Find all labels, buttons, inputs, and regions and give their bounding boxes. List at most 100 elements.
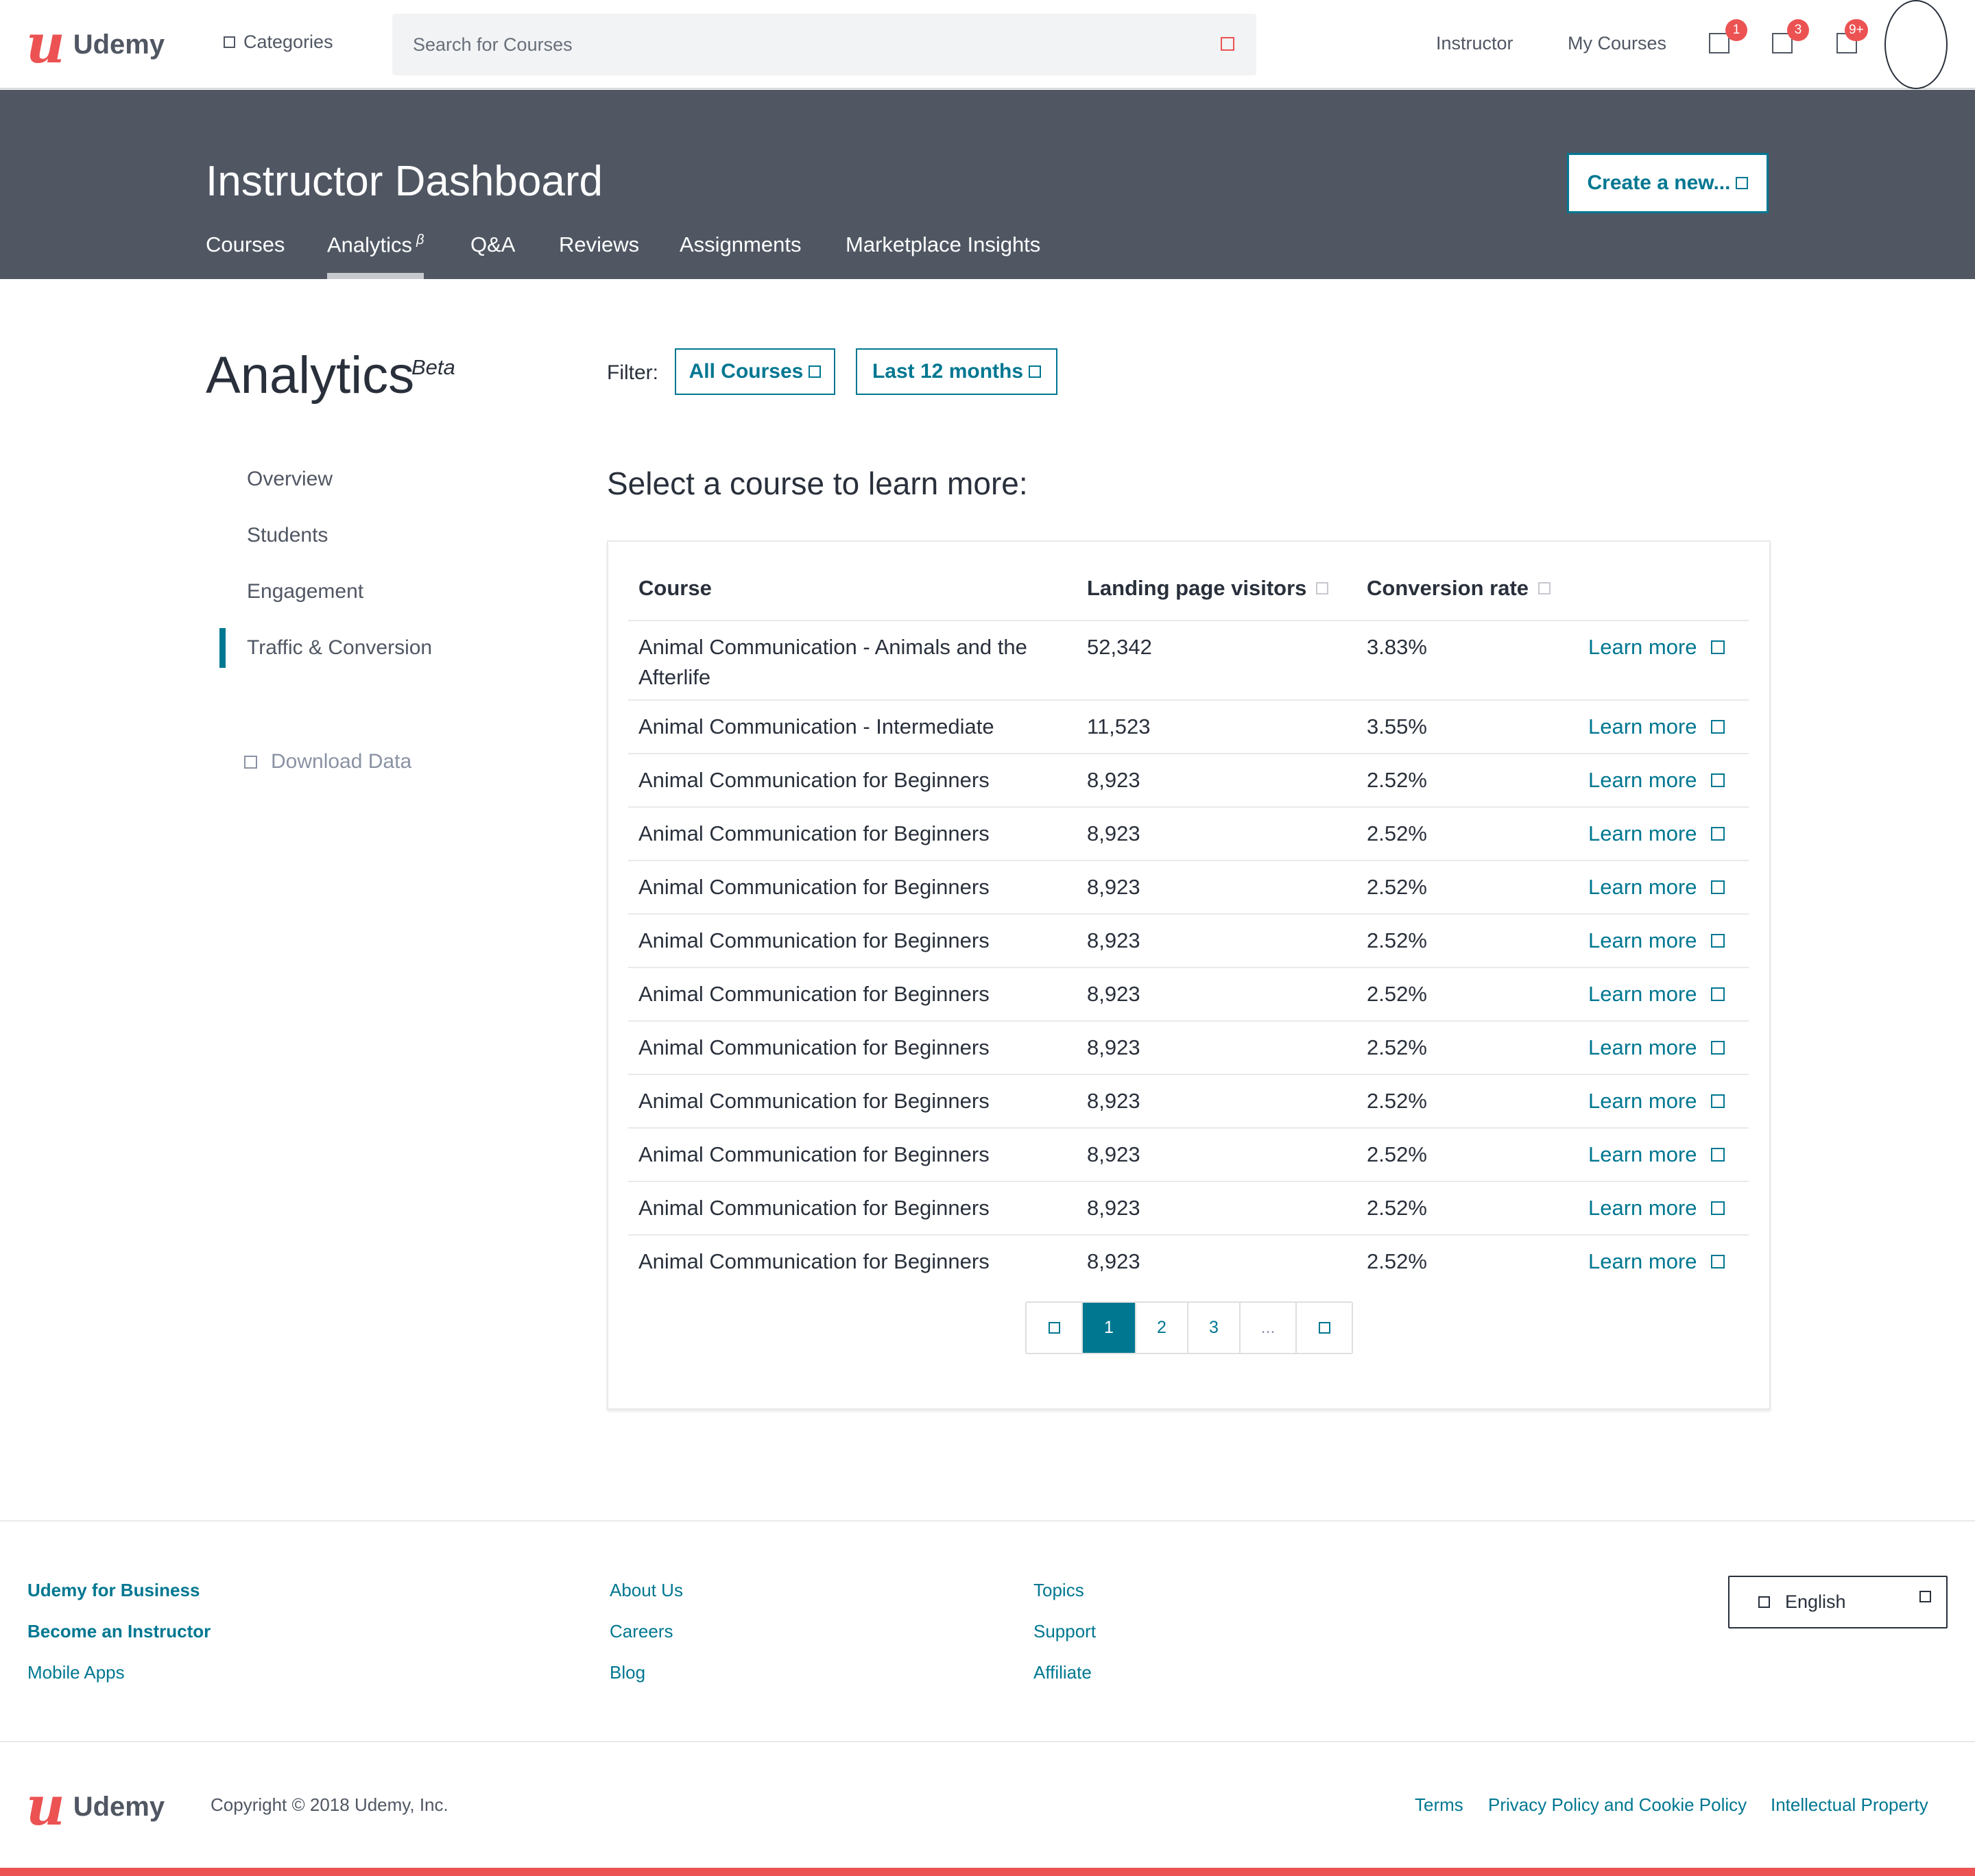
footer-link-about-us[interactable]: About Us — [610, 1580, 683, 1601]
sidebar-item-overview[interactable]: Overview — [247, 468, 333, 491]
footer-link-udemy-business[interactable]: Udemy for Business — [27, 1580, 200, 1601]
footer-link-support[interactable]: Support — [1033, 1621, 1096, 1642]
conversion-rate-cell: 2.52% — [1367, 1196, 1427, 1220]
sidebar-active-indicator — [219, 628, 226, 668]
table-row[interactable]: Animal Communication - Animals and the A… — [628, 620, 1749, 699]
course-title-cell: Animal Communication for Beginners — [638, 1089, 990, 1113]
learn-more-link[interactable]: Learn more — [1588, 819, 1725, 849]
table-row[interactable]: Animal Communication for Beginners 8,923 2… — [628, 1181, 1749, 1234]
notifications-badge: 9+ — [1845, 19, 1868, 41]
user-avatar[interactable] — [1884, 0, 1948, 89]
tab-analytics[interactable]: Analytics β — [327, 232, 424, 279]
tab-qa[interactable]: Q&A — [470, 232, 515, 279]
search-icon[interactable] — [1221, 37, 1234, 51]
footer-link-affiliate[interactable]: Affiliate — [1033, 1662, 1092, 1683]
my-courses-link[interactable]: My Courses — [1568, 33, 1666, 54]
learn-more-link[interactable]: Learn more — [1588, 1140, 1725, 1170]
footer-link-mobile-apps[interactable]: Mobile Apps — [27, 1662, 125, 1683]
conversion-rate-cell: 3.83% — [1367, 635, 1427, 659]
categories-menu[interactable]: Categories — [224, 32, 333, 53]
chevron-down-icon — [1029, 365, 1042, 378]
table-row[interactable]: Animal Communication for Beginners 8,923 2… — [628, 806, 1749, 860]
udemy-logo-text: Udemy — [73, 29, 165, 60]
footer-link-become-instructor[interactable]: Become an Instructor — [27, 1621, 211, 1642]
search-bar — [392, 14, 1256, 75]
create-new-button[interactable]: Create a new... — [1567, 153, 1769, 213]
language-selector[interactable]: English — [1728, 1576, 1948, 1628]
course-filter-dropdown[interactable]: All Courses — [675, 348, 835, 395]
table-row[interactable]: Animal Communication for Beginners 8,923 2… — [628, 860, 1749, 913]
chevron-right-icon — [1710, 880, 1725, 894]
conversion-rate-cell: 2.52% — [1367, 875, 1427, 899]
conversion-rate-cell: 3.55% — [1367, 714, 1427, 738]
tab-assignments[interactable]: Assignments — [680, 232, 801, 279]
prev-page-button[interactable] — [1027, 1303, 1081, 1353]
chevron-right-icon — [1710, 1201, 1725, 1215]
learn-more-link[interactable]: Learn more — [1588, 712, 1725, 742]
learn-more-link[interactable]: Learn more — [1588, 1033, 1725, 1063]
table-row[interactable]: Animal Communication for Beginners 8,923 2… — [628, 913, 1749, 967]
sidebar-item-traffic-conversion[interactable]: Traffic & Conversion — [247, 636, 432, 660]
learn-more-link[interactable]: Learn more — [1588, 1193, 1725, 1223]
learn-more-label: Learn more — [1588, 1249, 1697, 1273]
column-header-visitors[interactable]: Landing page visitors — [1087, 576, 1329, 601]
page-button-3[interactable]: 3 — [1187, 1303, 1239, 1353]
udemy-logo-mark: u — [26, 13, 65, 75]
learn-more-link[interactable]: Learn more — [1588, 1247, 1725, 1277]
chevron-down-icon — [809, 365, 822, 378]
sidebar-item-students[interactable]: Students — [247, 524, 328, 547]
footer-link-terms[interactable]: Terms — [1415, 1794, 1463, 1816]
table-row[interactable]: Animal Communication for Beginners 8,923 2… — [628, 753, 1749, 806]
next-page-button[interactable] — [1295, 1303, 1352, 1353]
course-title-cell: Animal Communication for Beginners — [638, 1035, 990, 1059]
search-input[interactable] — [413, 30, 1167, 59]
sidebar-item-engagement[interactable]: Engagement — [247, 580, 363, 603]
table-row[interactable]: Animal Communication for Beginners 8,923 2… — [628, 1234, 1749, 1288]
visitors-cell: 8,923 — [1087, 821, 1140, 845]
learn-more-label: Learn more — [1588, 928, 1697, 952]
udemy-logo[interactable]: u Udemy — [26, 18, 165, 71]
learn-more-link[interactable]: Learn more — [1588, 1086, 1725, 1116]
footer-link-careers[interactable]: Careers — [610, 1621, 673, 1642]
visitors-cell: 8,923 — [1087, 928, 1140, 952]
tab-reviews[interactable]: Reviews — [559, 232, 639, 279]
tab-courses[interactable]: Courses — [206, 232, 285, 279]
learn-more-link[interactable]: Learn more — [1588, 872, 1725, 902]
table-row[interactable]: Animal Communication for Beginners 8,923 2… — [628, 1020, 1749, 1074]
tab-analytics-beta-mark: β — [416, 232, 424, 248]
footer-udemy-logo[interactable]: u Udemy — [26, 1780, 165, 1833]
period-filter-dropdown[interactable]: Last 12 months — [856, 348, 1057, 395]
footer-link-topics[interactable]: Topics — [1033, 1580, 1084, 1601]
learn-more-label: Learn more — [1588, 768, 1697, 792]
footer-link-blog[interactable]: Blog — [610, 1662, 645, 1683]
copyright-text: Copyright © 2018 Udemy, Inc. — [211, 1794, 448, 1815]
visitors-cell: 8,923 — [1087, 982, 1140, 1006]
learn-more-link[interactable]: Learn more — [1588, 765, 1725, 795]
table-row[interactable]: Animal Communication for Beginners 8,923 2… — [628, 1127, 1749, 1181]
page-button-2[interactable]: 2 — [1135, 1303, 1187, 1353]
tab-marketplace-insights[interactable]: Marketplace Insights — [846, 232, 1040, 279]
table-row[interactable]: Animal Communication - Intermediate 11,52… — [628, 699, 1749, 753]
learn-more-link[interactable]: Learn more — [1588, 632, 1725, 662]
course-title-cell: Animal Communication for Beginners — [638, 1249, 990, 1273]
column-header-conversion-rate[interactable]: Conversion rate — [1367, 576, 1551, 601]
cart-badge: 1 — [1725, 19, 1747, 41]
table-row[interactable]: Animal Communication for Beginners 8,923 2… — [628, 967, 1749, 1020]
footer-link-privacy[interactable]: Privacy Policy and Cookie Policy — [1488, 1794, 1747, 1816]
download-data-label: Download Data — [271, 750, 412, 773]
learn-more-link[interactable]: Learn more — [1588, 926, 1725, 956]
learn-more-label: Learn more — [1588, 1089, 1697, 1113]
learn-more-link[interactable]: Learn more — [1588, 979, 1725, 1009]
download-data-link[interactable]: Download Data — [244, 750, 411, 773]
visitors-cell: 8,923 — [1087, 1249, 1140, 1273]
course-title-cell: Animal Communication for Beginners — [638, 768, 990, 792]
table-row[interactable]: Animal Communication for Beginners 8,923 2… — [628, 1074, 1749, 1127]
conversion-rate-cell: 2.52% — [1367, 928, 1427, 952]
footer-link-intellectual-property[interactable]: Intellectual Property — [1771, 1794, 1928, 1816]
page-button-1[interactable]: 1 — [1081, 1303, 1135, 1353]
course-title-cell: Animal Communication - Animals and the A… — [638, 635, 1027, 689]
chevron-right-icon — [1710, 640, 1725, 654]
instructor-link[interactable]: Instructor — [1436, 33, 1513, 54]
top-navbar: u Udemy Categories Instructor My Courses… — [0, 0, 1975, 89]
learn-more-label: Learn more — [1588, 635, 1697, 659]
